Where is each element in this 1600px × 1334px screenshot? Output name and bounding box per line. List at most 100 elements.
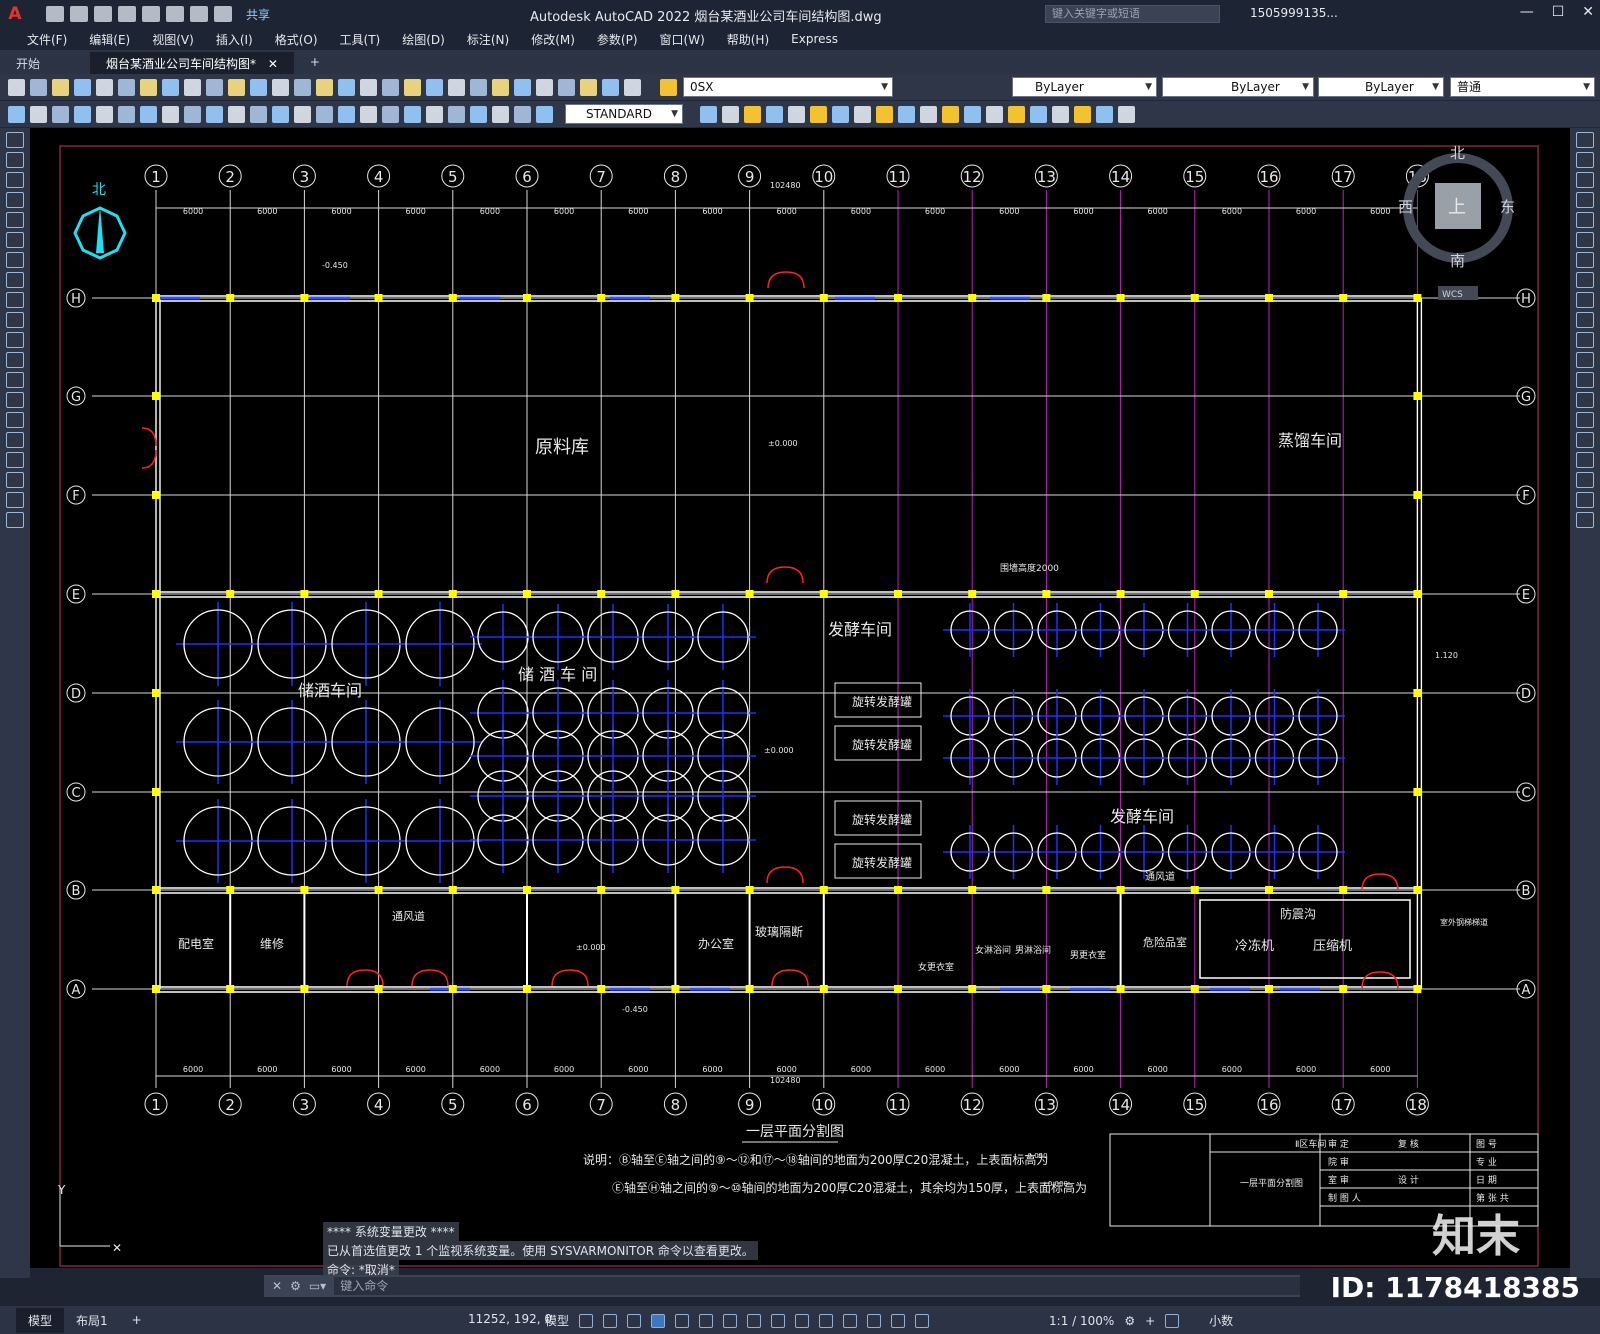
modify-tool-8-icon[interactable] — [876, 106, 893, 123]
modify-tool-4-icon[interactable] — [788, 106, 805, 123]
drawing-canvas[interactable]: 1 1 2 2 3 3 4 4 5 5 6 6 7 7 8 8 9 9 10 10 11 11 12 12 13 13 14 14 15… — [30, 128, 1570, 1268]
standard-tool-11-icon[interactable] — [250, 79, 267, 96]
modify-side-tool-9-icon[interactable] — [1576, 312, 1594, 328]
dimension-tool-20-icon[interactable] — [448, 106, 465, 123]
standard-tool-16-icon[interactable] — [360, 79, 377, 96]
modify-tool-14-icon[interactable] — [1008, 106, 1025, 123]
maximize-button[interactable]: ☐ — [1552, 4, 1565, 20]
menu-item-7[interactable]: 标注(N) — [456, 31, 520, 48]
command-input[interactable]: 键入命令 — [334, 1277, 1300, 1295]
autocad-logo-icon[interactable]: A — [0, 0, 30, 28]
modify-side-tool-1-icon[interactable] — [1576, 152, 1594, 168]
standard-tool-0-icon[interactable] — [8, 79, 25, 96]
draw-side-tool-2-icon[interactable] — [6, 172, 24, 188]
modify-side-tool-12-icon[interactable] — [1576, 372, 1594, 388]
modify-tool-18-icon[interactable] — [1096, 106, 1113, 123]
modify-tool-5-icon[interactable] — [810, 106, 827, 123]
coordinates-readout[interactable]: 11252, 192, 0 — [468, 1312, 552, 1326]
modify-tool-12-icon[interactable] — [964, 106, 981, 123]
viewcube-north[interactable]: 北 — [1450, 144, 1465, 162]
add-layout-button[interactable]: + — [120, 1309, 154, 1331]
modify-side-tool-17-icon[interactable] — [1576, 472, 1594, 488]
draw-side-tool-12-icon[interactable] — [6, 372, 24, 388]
draw-side-tool-11-icon[interactable] — [6, 352, 24, 368]
modify-tool-1-icon[interactable] — [722, 106, 739, 123]
menu-item-5[interactable]: 工具(T) — [329, 31, 392, 48]
hardware-accel-icon[interactable] — [1165, 1313, 1180, 1328]
dimension-tool-4-icon[interactable] — [96, 106, 113, 123]
standard-tool-28-icon[interactable] — [624, 79, 641, 96]
units-readout[interactable]: 小数 — [1209, 1312, 1233, 1329]
menu-item-2[interactable]: 视图(V) — [141, 31, 205, 48]
modify-tool-19-icon[interactable] — [1118, 106, 1135, 123]
standard-tool-22-icon[interactable] — [492, 79, 509, 96]
draw-side-tool-0-icon[interactable] — [6, 132, 24, 148]
menu-item-6[interactable]: 绘图(D) — [391, 31, 456, 48]
dimension-tool-19-icon[interactable] — [426, 106, 443, 123]
standard-tool-14-icon[interactable] — [316, 79, 333, 96]
dimension-tool-16-icon[interactable] — [360, 106, 377, 123]
standard-tool-8-icon[interactable] — [184, 79, 201, 96]
menu-item-4[interactable]: 格式(O) — [264, 31, 329, 48]
draw-side-tool-1-icon[interactable] — [6, 152, 24, 168]
standard-tool-9-icon[interactable] — [206, 79, 223, 96]
scale-readout[interactable]: 1:1 / 100% — [1049, 1314, 1114, 1328]
draw-side-tool-9-icon[interactable] — [6, 312, 24, 328]
draw-side-tool-6-icon[interactable] — [6, 252, 24, 268]
tab-model[interactable]: 模型 — [16, 1307, 65, 1333]
dimension-tool-17-icon[interactable] — [382, 106, 399, 123]
draw-side-tool-8-icon[interactable] — [6, 292, 24, 308]
dimension-tool-10-icon[interactable] — [228, 106, 245, 123]
modify-side-tool-18-icon[interactable] — [1576, 492, 1594, 508]
standard-tool-13-icon[interactable] — [294, 79, 311, 96]
modify-side-tool-14-icon[interactable] — [1576, 412, 1594, 428]
menu-item-9[interactable]: 参数(P) — [586, 31, 649, 48]
standard-tool-1-icon[interactable] — [30, 79, 47, 96]
recent-cmd-icon[interactable]: ▭▾ — [309, 1279, 326, 1293]
draw-side-tool-13-icon[interactable] — [6, 392, 24, 408]
dimension-tool-15-icon[interactable] — [338, 106, 355, 123]
dimension-tool-2-icon[interactable] — [52, 106, 69, 123]
modify-tool-11-icon[interactable] — [942, 106, 959, 123]
snap-icon[interactable] — [603, 1313, 618, 1328]
infer-icon[interactable] — [627, 1313, 642, 1328]
osnap-track-icon[interactable] — [723, 1313, 738, 1328]
modify-side-tool-8-icon[interactable] — [1576, 292, 1594, 308]
annotation-icon[interactable] — [843, 1313, 858, 1328]
save-as-icon[interactable] — [118, 6, 136, 22]
standard-tool-6-icon[interactable] — [140, 79, 157, 96]
modify-tool-6-icon[interactable] — [832, 106, 849, 123]
publish-icon[interactable] — [142, 6, 160, 22]
standard-tool-19-icon[interactable] — [426, 79, 443, 96]
dimension-tool-3-icon[interactable] — [74, 106, 91, 123]
modify-tool-13-icon[interactable] — [986, 106, 1003, 123]
viewcube-east[interactable]: 东 — [1500, 198, 1515, 216]
standard-tool-17-icon[interactable] — [382, 79, 399, 96]
dimension-tool-22-icon[interactable] — [492, 106, 509, 123]
modify-side-tool-19-icon[interactable] — [1576, 512, 1594, 528]
draw-side-tool-14-icon[interactable] — [6, 412, 24, 428]
dimension-tool-7-icon[interactable] — [162, 106, 179, 123]
menu-item-11[interactable]: 帮助(H) — [716, 31, 780, 48]
standard-tool-25-icon[interactable] — [558, 79, 575, 96]
dimension-tool-14-icon[interactable] — [316, 106, 333, 123]
menu-item-12[interactable]: Express — [780, 32, 849, 46]
dimension-tool-24-icon[interactable] — [536, 106, 553, 123]
dimension-tool-23-icon[interactable] — [514, 106, 531, 123]
plot-icon[interactable] — [166, 6, 184, 22]
modify-side-tool-10-icon[interactable] — [1576, 332, 1594, 348]
standard-tool-15-icon[interactable] — [338, 79, 355, 96]
search-input[interactable]: 键入关键字或短语 — [1045, 5, 1220, 23]
dimension-tool-13-icon[interactable] — [294, 106, 311, 123]
polar-icon[interactable] — [675, 1313, 690, 1328]
draw-side-tool-3-icon[interactable] — [6, 192, 24, 208]
annotation-scale-icon[interactable] — [891, 1313, 906, 1328]
color-select[interactable]: ByLayer ▼ — [1012, 77, 1157, 97]
workspace-icon[interactable] — [867, 1313, 882, 1328]
viewcube-top[interactable]: 上 — [1448, 197, 1466, 218]
add-tab-button[interactable]: + — [294, 52, 336, 74]
tab-start[interactable]: 开始 — [0, 52, 90, 74]
close-button[interactable]: ✕ — [1582, 4, 1594, 20]
autoscale-icon[interactable] — [915, 1313, 930, 1328]
draw-side-tool-17-icon[interactable] — [6, 472, 24, 488]
